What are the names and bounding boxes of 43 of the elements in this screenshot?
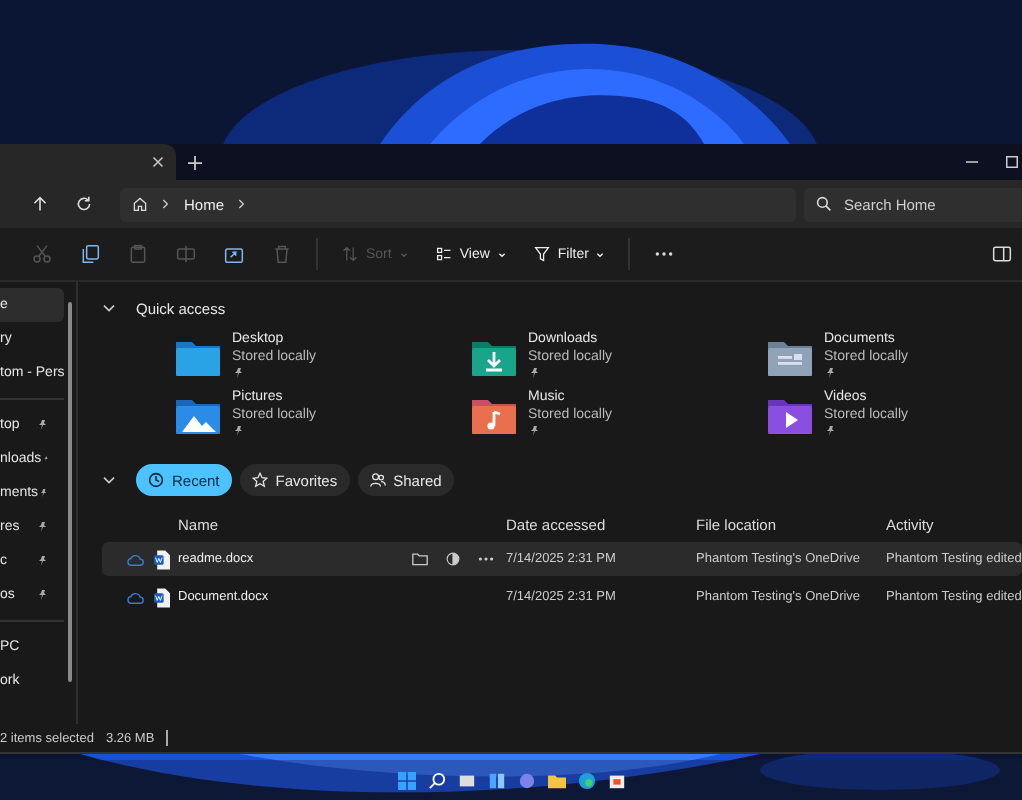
close-icon[interactable]	[152, 156, 164, 168]
picture-folder-icon	[174, 396, 222, 436]
search-icon	[816, 196, 832, 212]
chat-icon[interactable]	[517, 771, 535, 789]
caret-icon	[399, 251, 408, 257]
chevron-icon	[162, 198, 170, 210]
up-button[interactable]	[32, 196, 48, 212]
word-document-icon	[154, 587, 170, 607]
chevron-icon[interactable]	[102, 303, 116, 313]
widgets-icon[interactable]	[487, 771, 505, 789]
filter-icon	[533, 246, 550, 262]
folder-icon[interactable]	[547, 771, 565, 789]
more-icon	[654, 250, 675, 258]
download-folder-icon	[470, 338, 518, 378]
scrollbar[interactable]	[68, 302, 72, 682]
task-view-icon[interactable]	[457, 771, 475, 789]
folder-icon	[174, 338, 222, 378]
document-folder-icon	[766, 338, 814, 378]
share-button[interactable]	[446, 552, 460, 566]
start-icon[interactable]	[397, 771, 415, 789]
cloud-icon	[126, 553, 144, 565]
sort-icon	[342, 246, 358, 262]
clock-icon	[148, 472, 164, 488]
music-folder-icon	[470, 396, 518, 436]
word-document-icon	[154, 549, 170, 569]
browser-icon[interactable]	[577, 771, 595, 789]
search-icon[interactable]	[427, 771, 445, 789]
cloud-icon	[126, 591, 144, 603]
refresh-button[interactable]	[76, 196, 92, 212]
video-folder-icon	[766, 396, 814, 436]
caret-icon	[497, 251, 506, 257]
new-tab-icon[interactable]	[188, 155, 202, 169]
minimize-icon[interactable]	[966, 156, 978, 168]
more-button[interactable]	[478, 556, 494, 562]
home-icon[interactable]	[132, 196, 148, 212]
chevron-icon	[238, 198, 247, 210]
view-icon	[435, 246, 452, 262]
maximize-icon[interactable]	[1006, 156, 1018, 168]
chevron-icon[interactable]	[102, 475, 116, 485]
caret-icon	[596, 251, 605, 257]
star-icon	[251, 472, 268, 488]
people-icon	[369, 472, 386, 488]
open-location-button[interactable]	[412, 552, 428, 566]
